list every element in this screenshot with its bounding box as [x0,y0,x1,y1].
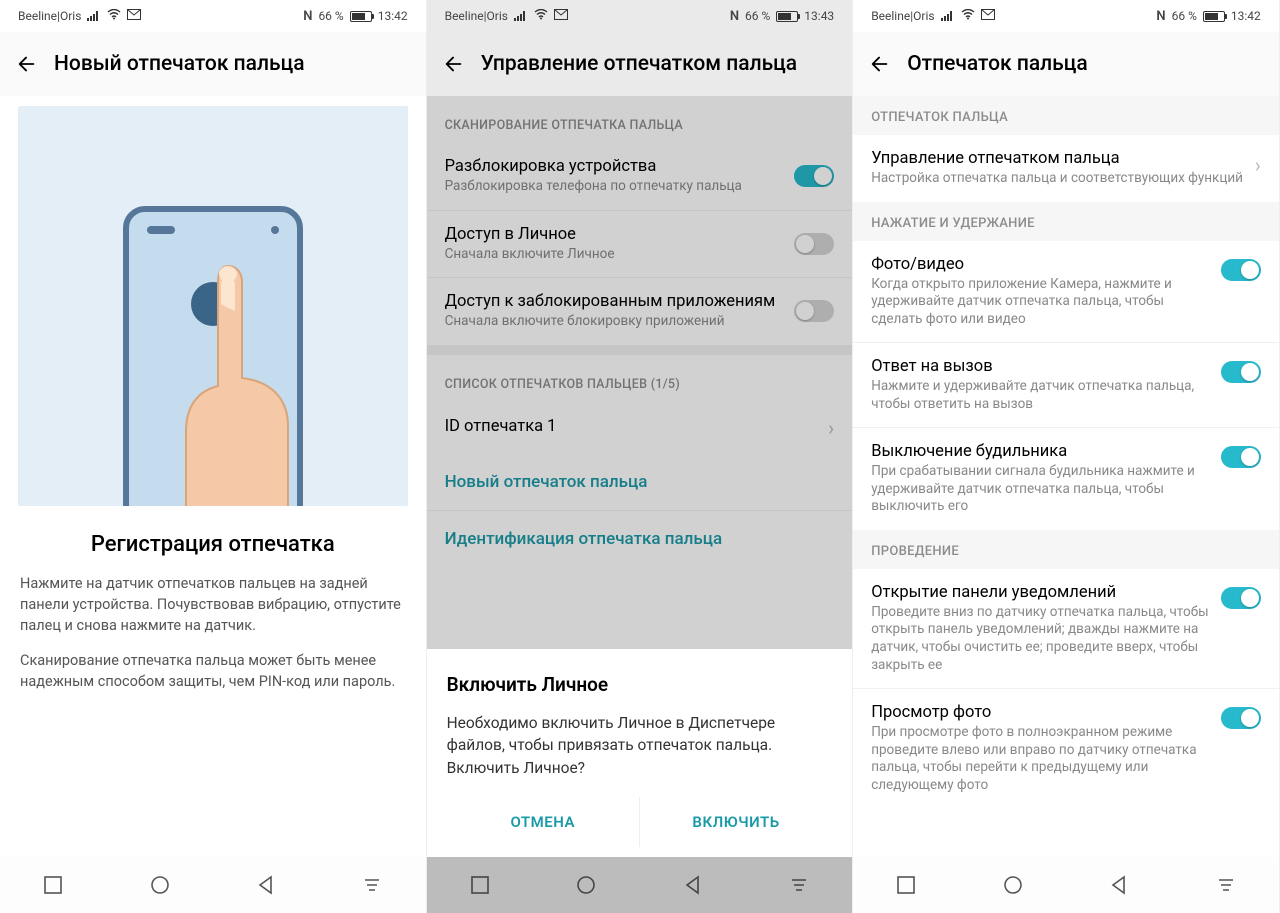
carrier-label: Beeline|Oris [445,9,508,23]
toggle-photo-video[interactable] [1221,259,1261,281]
page-title: Новый отпечаток пальца [54,52,305,76]
mail-icon [127,9,141,23]
nfc-icon: N [303,9,312,24]
section-press-hold: НАЖАТИЕ И УДЕРЖАНИЕ [853,202,1279,241]
row-manage-fingerprint[interactable]: Управление отпечатком пальца Настройка о… [853,135,1279,202]
chevron-right-icon: › [1255,153,1261,177]
battery-icon [776,11,798,22]
header: Новый отпечаток пальца [0,32,426,96]
back-button[interactable] [441,51,467,77]
dialog-title: Включить Личное [447,673,833,696]
row-title: Открытие панели уведомлений [871,583,1209,602]
row-title: Выключение будильника [871,442,1209,461]
mail-icon [554,9,568,23]
carrier-label: Beeline|Oris [18,9,81,23]
nav-recent[interactable] [42,874,64,896]
toggle-notification-panel[interactable] [1221,587,1261,609]
section-fingerprint: ОТПЕЧАТОК ПАЛЬЦА [853,96,1279,135]
row-photo-video[interactable]: Фото/видео Когда открыто приложение Каме… [853,241,1279,343]
hand-icon [138,256,318,506]
carrier-label: Beeline|Oris [871,9,934,23]
status-bar: Beeline|Oris N 66 % 13:42 [853,0,1279,32]
nav-back[interactable] [255,874,277,896]
row-sub: Настройка отпечатка пальца и соответству… [871,170,1247,188]
row-answer-call[interactable]: Ответ на вызов Нажмите и удерживайте дат… [853,342,1279,427]
header: Отпечаток пальца [853,32,1279,96]
enroll-title: Регистрация отпечатка [18,532,408,557]
row-sub: Нажмите и удерживайте датчик отпечатка п… [871,378,1209,413]
nav-back[interactable] [1108,874,1130,896]
row-title: Просмотр фото [871,703,1209,722]
wifi-icon [534,9,548,23]
row-sub: При срабатывании сигнала будильника нажм… [871,463,1209,516]
row-browse-photos[interactable]: Просмотр фото При просмотре фото в полно… [853,688,1279,808]
nav-menu[interactable] [361,874,383,896]
dialog-cancel-button[interactable]: ОТМЕНА [447,797,639,847]
battery-pct: 66 % [745,9,770,23]
nav-recent[interactable] [895,874,917,896]
dialog-enable-private: Включить Личное Необходимо включить Личн… [427,649,853,857]
row-title: Ответ на вызов [871,357,1209,376]
row-sub: При просмотре фото в полноэкранном режим… [871,724,1209,794]
clock: 13:42 [378,9,408,23]
clock: 13:43 [804,9,834,23]
battery-icon [350,11,372,22]
enroll-desc-2: Сканирование отпечатка пальца может быть… [0,650,426,692]
dialog-enable-button[interactable]: ВКЛЮЧИТЬ [639,797,832,847]
nav-home[interactable] [149,874,171,896]
wifi-icon [961,9,975,23]
toggle-answer-call[interactable] [1221,361,1261,383]
battery-pct: 66 % [1172,9,1197,23]
back-button[interactable] [867,51,893,77]
signal-icon [514,11,528,21]
row-sub: Когда открыто приложение Камера, нажмите… [871,276,1209,329]
battery-icon [1203,11,1225,22]
nfc-icon: N [1156,9,1165,24]
nav-bar [0,857,426,913]
row-notification-panel[interactable]: Открытие панели уведомлений Проведите вн… [853,569,1279,688]
row-title: Фото/видео [871,255,1209,274]
page-title: Отпечаток пальца [907,52,1088,76]
wifi-icon [107,9,121,23]
status-bar: Beeline|Oris N 66 % 13:43 [427,0,853,32]
signal-icon [941,11,955,21]
toggle-stop-alarm[interactable] [1221,446,1261,468]
section-swipe: ПРОВЕДЕНИЕ [853,530,1279,569]
dialog-body: Необходимо включить Личное в Диспетчере … [447,712,833,779]
fingerprint-illustration [18,106,408,506]
toggle-browse-photos[interactable] [1221,707,1261,729]
nav-bar [853,857,1279,913]
header: Управление отпечатком пальца [427,32,853,96]
status-bar: Beeline|Oris N 66 % 13:42 [0,0,426,32]
nav-menu[interactable] [1215,874,1237,896]
row-title: Управление отпечатком пальца [871,149,1247,168]
battery-pct: 66 % [318,9,343,23]
nfc-icon: N [730,9,739,24]
row-sub: Проведите вниз по датчику отпечатка паль… [871,604,1209,674]
nav-home[interactable] [1002,874,1024,896]
back-button[interactable] [14,51,40,77]
enroll-desc-1: Нажмите на датчик отпечатков пальцев на … [0,573,426,636]
mail-icon [981,9,995,23]
page-title: Управление отпечатком пальца [481,52,798,76]
signal-icon [87,11,101,21]
clock: 13:42 [1231,9,1261,23]
row-stop-alarm[interactable]: Выключение будильника При срабатывании с… [853,427,1279,530]
